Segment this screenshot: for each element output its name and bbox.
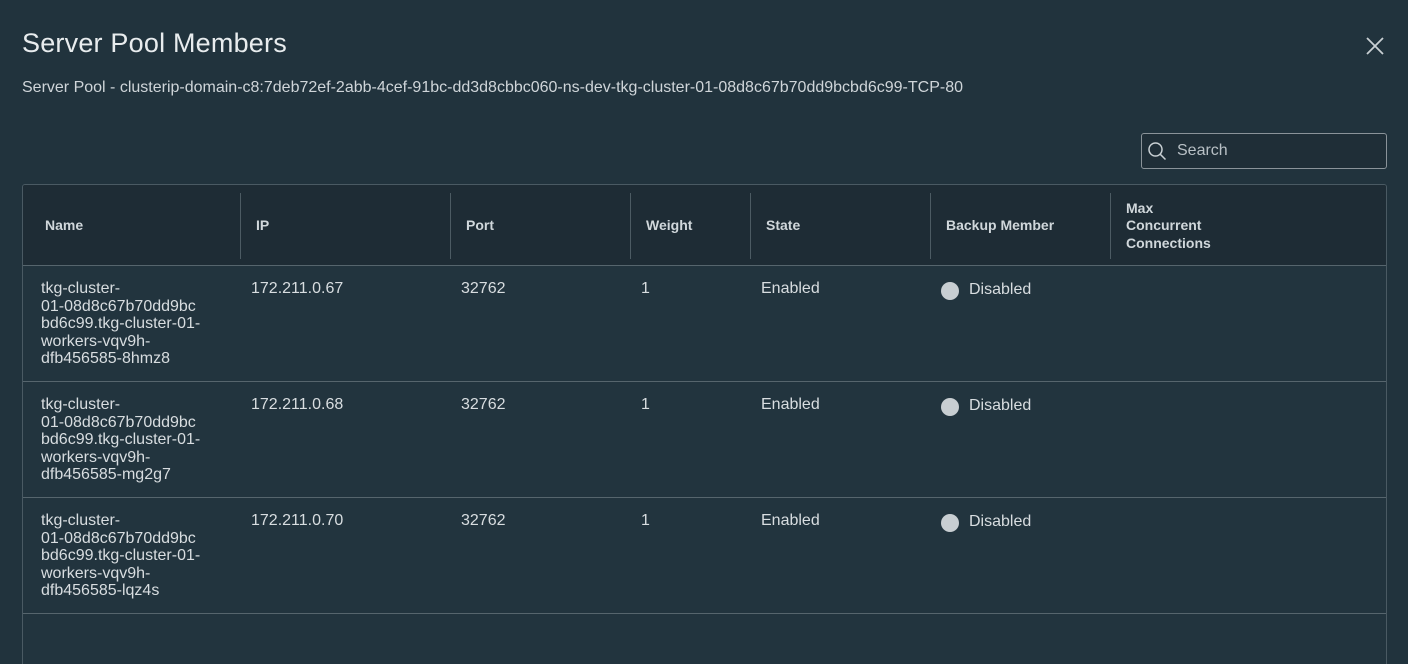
member-backup-cell: Disabled [941, 396, 1031, 416]
member-name-line: tkg-cluster- [41, 512, 121, 529]
member-state-cell: Enabled [761, 396, 820, 413]
member-name-line: 01-08d8c67b70dd9bc [41, 297, 196, 315]
column-header-ip[interactable]: IP [240, 193, 450, 259]
member-state-cell: Enabled [761, 280, 820, 297]
member-name-cell: tkg-cluster- 01-08d8c67b70dd9bc bd6c99.t… [41, 512, 226, 600]
column-header-name[interactable]: Name [45, 193, 240, 259]
member-port-cell: 32762 [461, 396, 506, 413]
member-name-line: dfb456585-8hmz8 [41, 350, 170, 367]
search-box[interactable] [1141, 133, 1387, 169]
table-row[interactable]: tkg-cluster- 01-08d8c67b70dd9bc bd6c99.t… [23, 266, 1386, 382]
search-icon [1146, 140, 1168, 162]
member-weight-cell: 1 [641, 512, 650, 529]
backup-status-label: Disabled [969, 397, 1032, 415]
member-weight-cell: 1 [641, 280, 650, 297]
member-name-line: dfb456585-lqz4s [41, 582, 160, 599]
close-icon [1366, 37, 1384, 55]
member-backup-cell: Disabled [941, 280, 1031, 300]
server-pool-members-modal: Server Pool Members Server Pool - cluste… [0, 0, 1408, 664]
member-name-line: bd6c99.tkg-cluster-01- [41, 547, 201, 564]
backup-status-label: Disabled [969, 281, 1032, 299]
table-row[interactable]: tkg-cluster- 01-08d8c67b70dd9bc bd6c99.t… [23, 498, 1386, 614]
member-port-cell: 32762 [461, 280, 506, 297]
member-weight-cell: 1 [641, 396, 650, 413]
search-input[interactable] [1177, 142, 1377, 160]
status-dot-icon [941, 282, 959, 300]
column-header-max-concurrent-connections[interactable]: Max Concurrent Connections [1110, 193, 1230, 259]
datagrid-header: Name IP Port Weight State Backup Member … [23, 185, 1386, 266]
member-backup-cell: Disabled [941, 512, 1031, 532]
members-datagrid: Name IP Port Weight State Backup Member … [22, 184, 1387, 664]
member-ip-cell: 172.211.0.70 [251, 512, 344, 529]
member-name-line: bd6c99.tkg-cluster-01- [41, 315, 201, 332]
member-name-line: workers-vqv9h- [41, 332, 151, 350]
member-name-line: bd6c99.tkg-cluster-01- [41, 431, 201, 448]
member-name-line: 01-08d8c67b70dd9bc [41, 529, 196, 547]
status-dot-icon [941, 514, 959, 532]
member-ip-cell: 172.211.0.67 [251, 280, 344, 297]
column-header-weight[interactable]: Weight [630, 193, 750, 259]
member-name-line: tkg-cluster- [41, 280, 121, 297]
member-name-cell: tkg-cluster- 01-08d8c67b70dd9bc bd6c99.t… [41, 280, 226, 368]
member-state-cell: Enabled [761, 512, 820, 529]
member-port-cell: 32762 [461, 512, 506, 529]
table-row[interactable]: tkg-cluster- 01-08d8c67b70dd9bc bd6c99.t… [23, 382, 1386, 498]
member-name-line: tkg-cluster- [41, 396, 121, 413]
server-pool-subtitle: Server Pool - clusterip-domain-c8:7deb72… [22, 79, 963, 96]
member-name-line: workers-vqv9h- [41, 448, 151, 466]
column-header-backup-member[interactable]: Backup Member [930, 193, 1110, 259]
column-header-port[interactable]: Port [450, 193, 630, 259]
member-name-cell: tkg-cluster- 01-08d8c67b70dd9bc bd6c99.t… [41, 396, 226, 484]
member-name-line: dfb456585-mg2g7 [41, 466, 171, 483]
column-header-state[interactable]: State [750, 193, 930, 259]
status-dot-icon [941, 398, 959, 416]
member-name-line: workers-vqv9h- [41, 564, 151, 582]
backup-status-label: Disabled [969, 513, 1032, 531]
member-ip-cell: 172.211.0.68 [251, 396, 344, 413]
close-button[interactable] [1364, 35, 1386, 57]
modal-title: Server Pool Members [22, 28, 287, 58]
member-name-line: 01-08d8c67b70dd9bc [41, 413, 196, 431]
